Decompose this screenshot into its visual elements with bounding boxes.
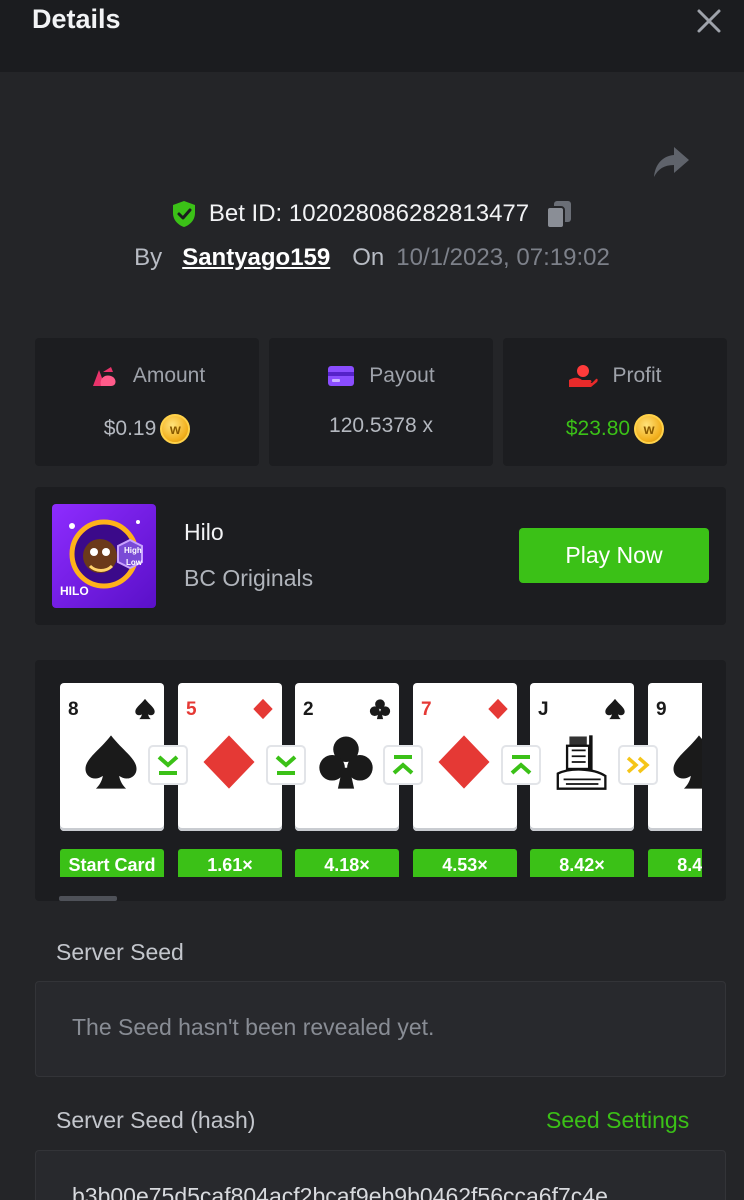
card-icon — [328, 366, 355, 386]
horizontal-scrollbar[interactable] — [59, 896, 117, 901]
close-icon — [697, 9, 721, 33]
server-seed-box: The Seed hasn't been revealed yet. — [35, 981, 726, 1077]
bet-id-text: Bet ID: 102028086282813477 — [208, 200, 530, 227]
share-button[interactable] — [652, 145, 690, 179]
card-rank: 5 — [186, 699, 197, 720]
close-button[interactable] — [694, 6, 724, 36]
spade-icon — [135, 698, 155, 720]
skip-icon — [626, 756, 650, 774]
money-bag-icon — [92, 367, 116, 386]
bet-id-row: Bet ID: 102028086282813477 — [0, 196, 744, 232]
diamond-icon — [203, 735, 255, 789]
spade-icon — [673, 735, 702, 789]
chevron-down-icon — [275, 755, 297, 775]
thumb-label: HILO — [60, 584, 89, 598]
thumb-low: Low — [126, 558, 142, 567]
card-rank: 8 — [68, 699, 79, 720]
diamond-icon — [253, 698, 273, 720]
verified-shield-icon — [172, 201, 195, 227]
stat-profit-label: Profit — [612, 364, 662, 387]
chevron-up-icon — [510, 755, 532, 775]
diamond-icon — [438, 735, 490, 789]
guess-lower-indicator — [266, 745, 306, 785]
card-multiplier-badge: 4.18× — [295, 849, 399, 877]
club-icon — [369, 699, 391, 720]
stat-payout: Payout 120.5378 x — [269, 338, 493, 466]
thumb-high: High — [124, 546, 142, 555]
card-multiplier-badge: 8.42× — [648, 849, 702, 877]
stat-payout-label: Payout — [369, 364, 435, 387]
jack-face-icon — [556, 735, 607, 790]
chevron-up-icon — [392, 755, 414, 775]
cards-track[interactable]: 8 Start Card 5 1.61× 2 4.18× 7 4.53× J 8.42× 9 8.42… — [60, 683, 702, 877]
diamond-icon — [488, 698, 508, 720]
details-header: Details — [0, 0, 744, 72]
copy-icon[interactable] — [545, 199, 573, 229]
guess-higher-indicator — [383, 745, 423, 785]
on-label: On — [352, 244, 385, 271]
seed-settings-link[interactable]: Seed Settings — [546, 1107, 689, 1134]
card-multiplier-badge: 1.61× — [178, 849, 282, 877]
coin-icon: w — [160, 414, 191, 444]
username-link[interactable]: Santyago159 — [182, 244, 330, 272]
card-rank: 9 — [656, 699, 667, 720]
bet-cards-panel: 8 Start Card 5 1.61× 2 4.18× 7 4.53× J 8.42× 9 8.42… — [35, 660, 726, 901]
stat-profit-value: $23.80 — [565, 417, 631, 440]
by-label: By — [134, 244, 163, 271]
card-multiplier-badge: 8.42× — [530, 849, 634, 877]
spade-icon — [605, 698, 625, 720]
card-rank: J — [538, 699, 549, 720]
server-seed-label: Server Seed — [56, 939, 184, 965]
play-now-button[interactable]: Play Now — [519, 528, 709, 583]
server-seed-hash-label: Server Seed (hash) — [56, 1107, 256, 1133]
server-seed-hash-box: b3b00e75d5caf804acf2bcaf9eb9b0462f56cca6… — [35, 1150, 726, 1200]
game-name[interactable]: Hilo — [184, 519, 224, 546]
guess-skip-indicator — [618, 745, 658, 785]
card-rank: 7 — [421, 699, 432, 720]
card-multiplier-badge: Start Card — [60, 849, 164, 877]
club-icon — [319, 736, 373, 789]
hand-money-icon — [569, 365, 599, 387]
bet-datetime: 10/1/2023, 07:19:02 — [396, 244, 610, 271]
game-card: HILO High Low Hilo BC Originals Play Now — [35, 487, 726, 625]
coin-icon: w — [634, 414, 665, 444]
stat-amount: Amount $0.19 w — [35, 338, 259, 466]
stat-amount-label: Amount — [132, 364, 206, 387]
guess-lower-indicator — [148, 745, 188, 785]
spade-icon — [85, 735, 137, 789]
server-seed-value: The Seed hasn't been revealed yet. — [72, 1014, 435, 1040]
chevron-down-icon — [157, 755, 179, 775]
bet-author-row: By Santyago159 On 10/1/2023, 07:19:02 — [0, 240, 744, 276]
stat-payout-value: 120.5378 x — [329, 414, 433, 437]
card-multiplier-badge: 4.53× — [413, 849, 517, 877]
card-rank: 2 — [303, 699, 314, 720]
game-thumbnail[interactable]: HILO High Low — [52, 504, 156, 608]
stat-amount-value: $0.19 — [103, 417, 157, 440]
page-title: Details — [32, 4, 121, 34]
stat-profit: Profit $23.80 w — [503, 338, 727, 466]
share-icon — [654, 147, 689, 177]
server-seed-hash-value: b3b00e75d5caf804acf2bcaf9eb9b0462f56cca6… — [72, 1183, 608, 1200]
game-provider: BC Originals — [184, 565, 314, 591]
guess-higher-indicator — [501, 745, 541, 785]
